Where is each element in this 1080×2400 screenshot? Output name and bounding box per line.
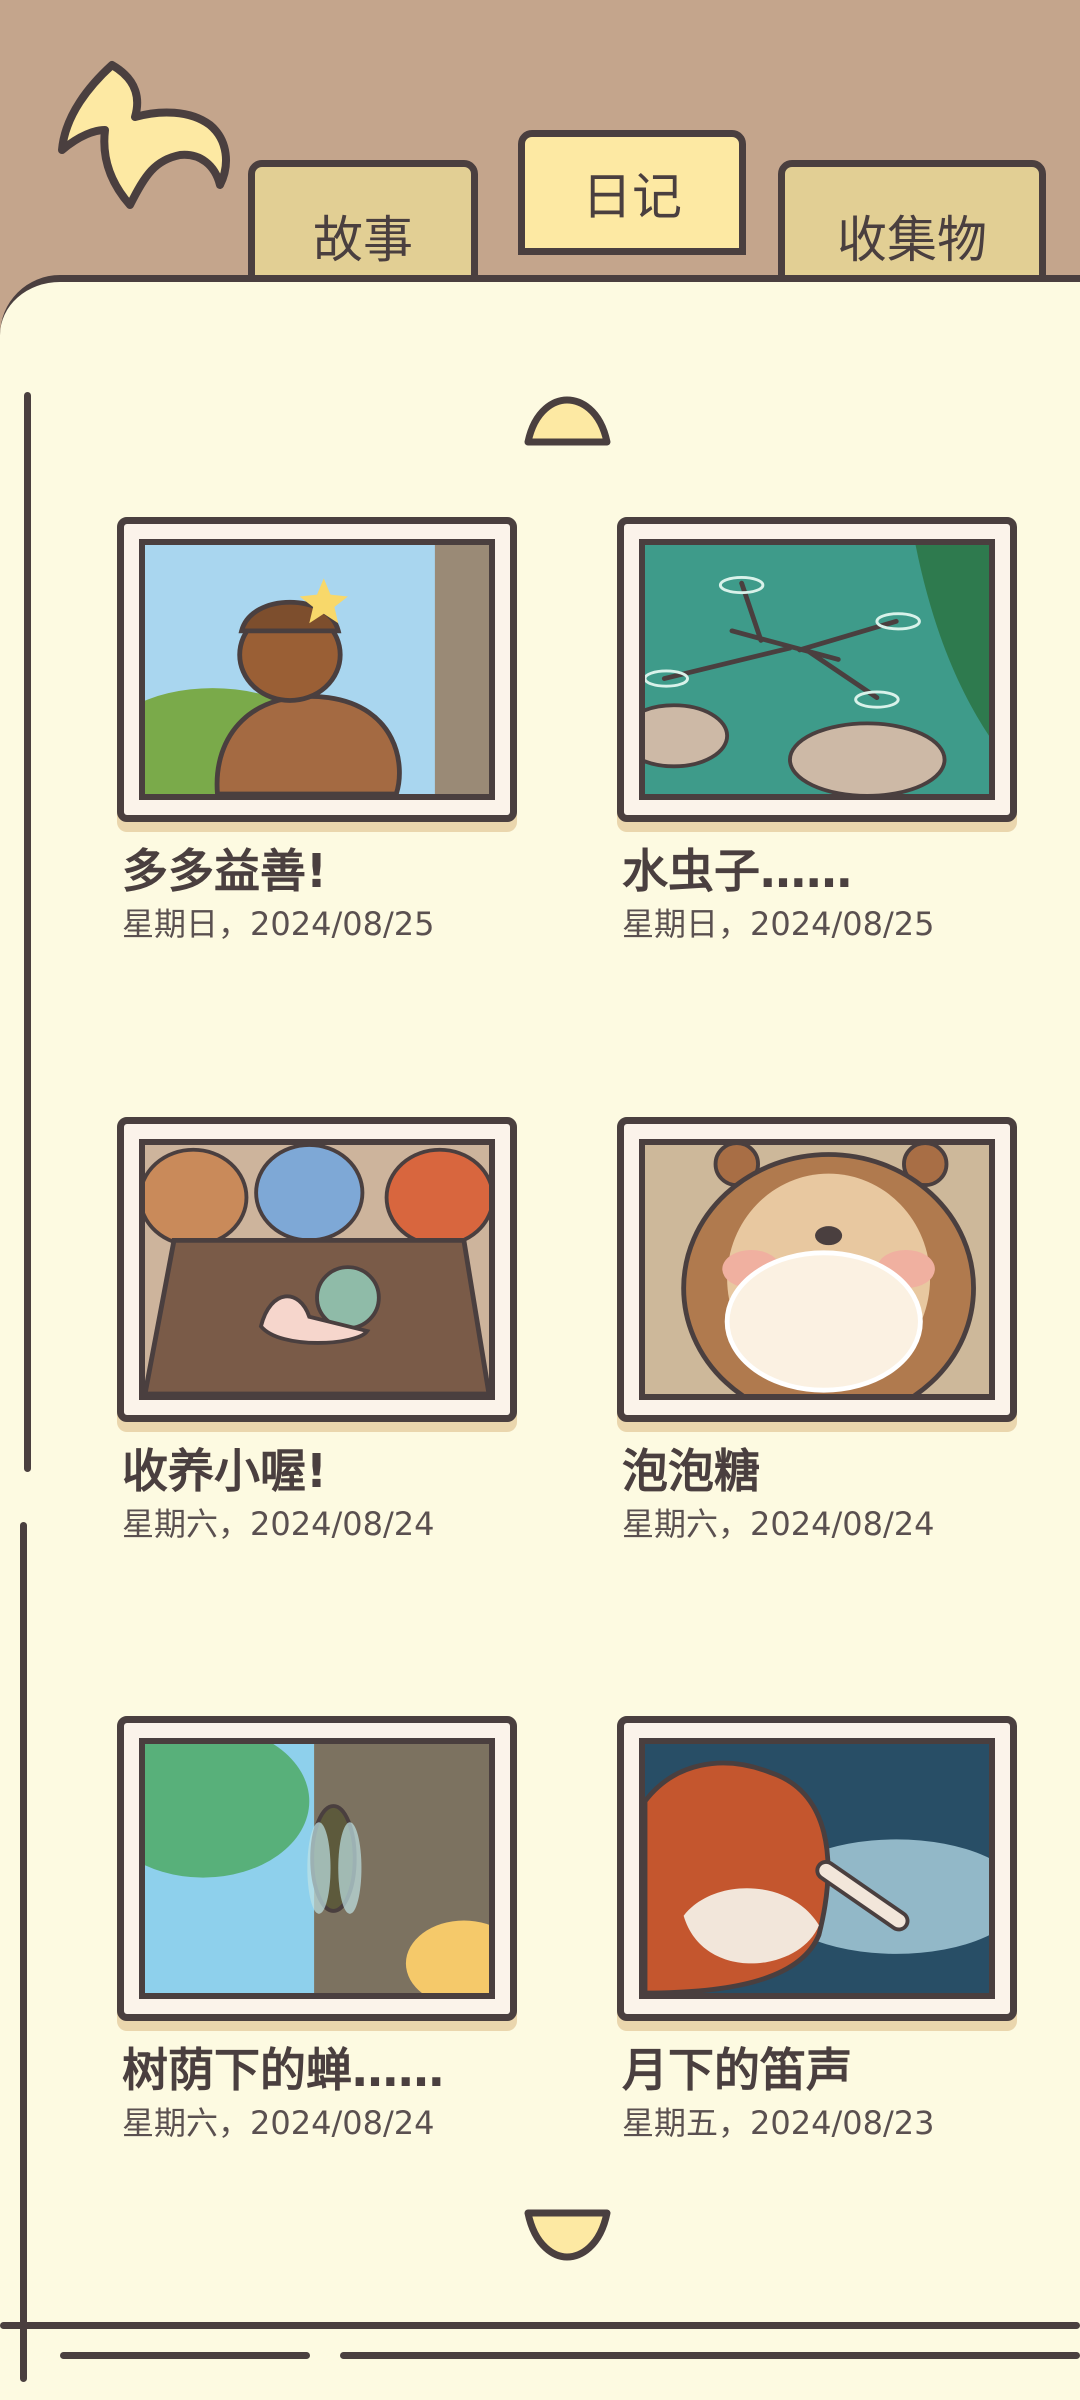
entry-photo [639, 1139, 995, 1400]
entry-photo-frame [117, 1716, 517, 2021]
entry-photo-frame [617, 517, 1017, 822]
diary-page: 多多益善! 星期日，2024/08/25 水虫子…… 星期日，2024/08/2… [0, 275, 1080, 2400]
entry-photo [139, 539, 495, 800]
tab-story-label: 故事 [313, 210, 413, 269]
entry-title: 泡泡糖 [622, 1444, 760, 1498]
entry-title: 水虫子…… [622, 844, 852, 898]
snail-box-image [145, 1145, 489, 1394]
back-arrow-icon [58, 61, 230, 209]
page-binding-line [24, 392, 31, 1472]
tab-story[interactable]: 故事 [248, 160, 478, 285]
entry-title: 树荫下的蝉…… [122, 2043, 444, 2097]
entry-photo-frame [117, 517, 517, 822]
entry-date: 星期六，2024/08/24 [122, 2104, 435, 2142]
entry-date: 星期五，2024/08/23 [622, 2104, 935, 2142]
entry-photo [139, 1139, 495, 1400]
entry-date: 星期六，2024/08/24 [622, 1505, 935, 1543]
entry-photo-frame [117, 1117, 517, 1422]
tab-diary[interactable]: 日记 [518, 130, 746, 255]
entry-date: 星期六，2024/08/24 [122, 1505, 435, 1543]
tab-collection[interactable]: 收集物 [778, 160, 1046, 285]
back-button[interactable] [50, 55, 240, 235]
scroll-up-button[interactable] [520, 394, 615, 449]
entry-photo [139, 1738, 495, 1999]
entry-photo-frame [617, 1716, 1017, 2021]
moonlight-flute-image [645, 1744, 989, 1993]
page-binding-line [20, 1522, 27, 2382]
entry-date: 星期日，2024/08/25 [622, 905, 935, 943]
scroll-down-icon [524, 2209, 611, 2261]
entry-title: 收养小喔! [122, 1444, 327, 1498]
entry-photo-frame [617, 1117, 1017, 1422]
entry-date: 星期日，2024/08/25 [122, 905, 435, 943]
cicada-tree-image [145, 1744, 489, 1993]
entry-photo [639, 1738, 995, 1999]
entry-title: 月下的笛声 [622, 2043, 852, 2097]
acorn-squirrel-image [145, 545, 489, 794]
entry-photo [639, 539, 995, 800]
scroll-down-button[interactable] [520, 2205, 615, 2263]
tab-diary-label: 日记 [582, 167, 682, 226]
scroll-up-icon [524, 396, 611, 446]
bubble-gum-image [645, 1145, 989, 1394]
page-bottom-edge [340, 2352, 1080, 2359]
water-strider-image [645, 545, 989, 794]
tab-collection-label: 收集物 [837, 210, 987, 269]
entry-title: 多多益善! [122, 844, 327, 898]
page-bottom-edge [0, 2322, 1080, 2329]
page-bottom-edge [60, 2352, 310, 2359]
